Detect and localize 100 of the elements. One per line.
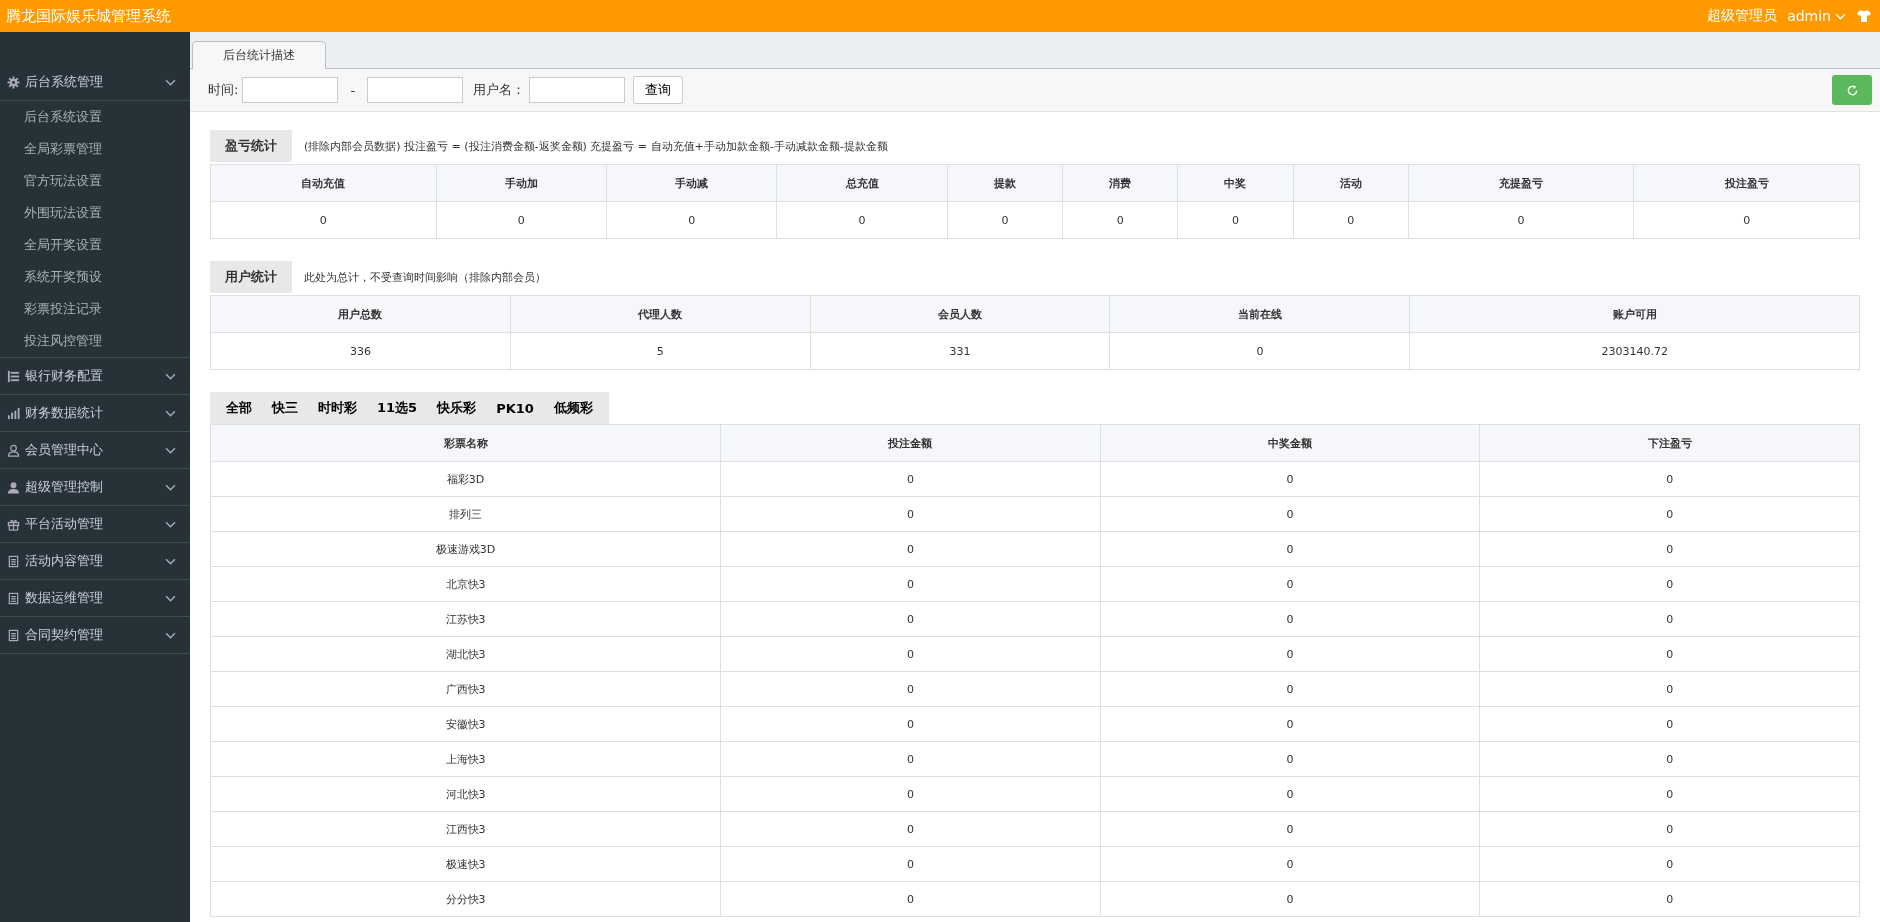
table-cell: 0 [1633,201,1860,239]
table-cell: 江苏快3 [210,601,721,637]
chevron-icon [165,372,176,380]
table-cell: 0 [720,706,1101,742]
table-cell: 0 [1100,706,1480,742]
username-field[interactable] [529,77,626,103]
table-cell: 0 [720,741,1101,777]
menu-item[interactable]: 外围玩法设置 [0,197,190,229]
table-cell: 0 [720,671,1101,707]
table-cell: 5 [510,332,811,370]
table-cell: 0 [1100,811,1480,847]
menu-item[interactable]: 官方玩法设置 [0,165,190,197]
table-cell: 0 [1408,201,1634,239]
table-cell: 0 [720,846,1101,882]
column-header: 自动充值 [210,164,437,202]
menu-item[interactable]: 后台系统设置 [0,101,190,133]
menu-item[interactable]: 全局彩票管理 [0,133,190,165]
chevron-icon [165,446,176,454]
table-cell: 0 [776,201,948,239]
doc-icon [7,554,20,568]
lottery-tab[interactable]: 快乐彩 [427,392,487,424]
table-cell: 0 [1062,201,1178,239]
column-header: 总充值 [776,164,948,202]
time-label: 时间: [208,81,239,99]
doc-icon [7,591,20,605]
table-cell: 0 [1100,776,1480,812]
chevron-icon [165,594,176,602]
menu-item[interactable]: 全局开奖设置 [0,229,190,261]
table-cell: 0 [1100,461,1480,497]
table-cell: 江西快3 [210,811,721,847]
table-cell: 安徽快3 [210,706,721,742]
column-header: 当前在线 [1110,295,1410,333]
table-cell: 0 [1100,636,1480,672]
table-cell: 0 [720,881,1101,917]
chevron-icon [165,557,176,565]
table-cell: 广西快3 [210,671,721,707]
table-cell: 0 [1100,881,1480,917]
table-cell: 0 [947,201,1063,239]
table-cell: 0 [720,566,1101,602]
user-icon [7,480,20,494]
chevron-icon [165,520,176,528]
doc-icon [7,628,20,642]
column-header: 中奖 [1177,164,1294,202]
refresh-button[interactable] [1832,75,1872,105]
column-header: 消费 [1062,164,1178,202]
table-cell: 0 [1479,566,1860,602]
user-outline-icon [7,443,20,457]
table-cell: 0 [720,811,1101,847]
username-label: 用户名： [473,81,526,99]
section-title: 用户统计 [210,261,292,293]
column-header: 彩票名称 [210,424,721,462]
column-header: 下注盈亏 [1479,424,1860,462]
table-cell: 0 [1479,811,1860,847]
column-header: 投注盈亏 [1633,164,1860,202]
table-cell: 0 [606,201,777,239]
table-cell: 0 [1100,601,1480,637]
query-button[interactable]: 查询 [633,76,684,104]
lottery-tab[interactable]: 全部 [216,392,262,424]
menu-item[interactable]: 投注风控管理 [0,325,190,357]
table-cell: 0 [1177,201,1294,239]
user-role: 超级管理员 [1707,7,1778,25]
list-icon [7,369,20,383]
start-time-field[interactable] [242,77,339,103]
table-cell: 331 [810,332,1110,370]
column-header: 代理人数 [510,295,811,333]
table-cell: 336 [210,332,511,370]
table-cell: 分分快3 [210,881,721,917]
lottery-tab[interactable]: 低频彩 [543,392,603,424]
table-cell: 0 [436,201,607,239]
column-header: 手动加 [436,164,607,202]
column-header: 投注金额 [720,424,1101,462]
page-tab[interactable]: 后台统计描述 [192,41,326,69]
chevron-icon [1835,12,1846,20]
app-title: 腾龙国际娱乐城管理系统 [6,6,171,26]
chevron-icon [165,631,176,639]
end-time-field[interactable] [367,77,464,103]
table-cell: 0 [1479,496,1860,532]
chart-icon [7,406,20,420]
table-cell: 0 [1100,671,1480,707]
table-cell: 0 [1479,636,1860,672]
column-header: 中奖金额 [1100,424,1480,462]
lottery-tab[interactable]: 时时彩 [308,392,367,424]
shirt-icon[interactable] [1856,9,1872,23]
lottery-tab[interactable]: 11选5 [367,392,428,424]
column-header: 提款 [947,164,1063,202]
column-header: 充提盈亏 [1408,164,1634,202]
table-cell: 0 [720,601,1101,637]
table-cell: 0 [720,461,1101,497]
table-cell: 北京快3 [210,566,721,602]
table-cell: 0 [1293,201,1409,239]
table-cell: 0 [720,531,1101,567]
lottery-tab[interactable]: 快三 [262,392,308,424]
table-cell: 上海快3 [210,741,721,777]
menu-item[interactable]: 系统开奖预设 [0,261,190,293]
lottery-tab[interactable]: PK10 [486,392,544,424]
table-cell: 排列三 [210,496,721,532]
table-cell: 湖北快3 [210,636,721,672]
column-header: 会员人数 [810,295,1110,333]
menu-item[interactable]: 彩票投注记录 [0,293,190,325]
chevron-icon [165,483,176,491]
